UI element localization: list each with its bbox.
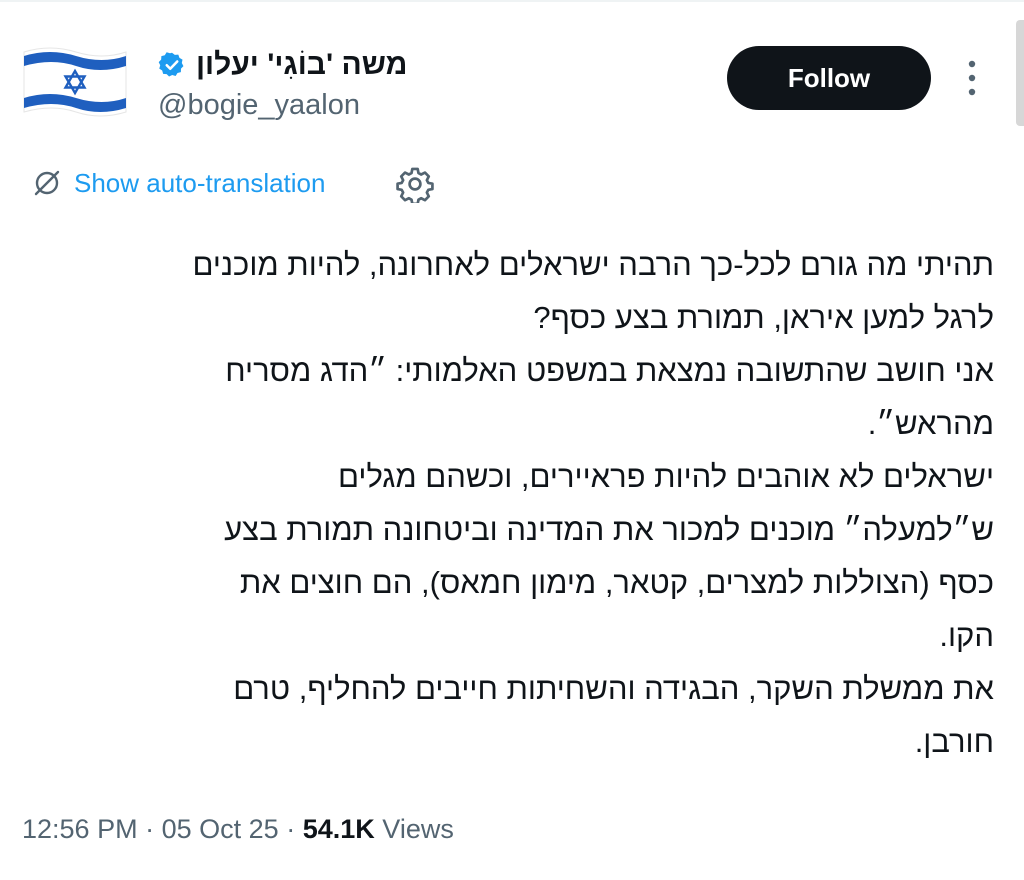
verified-badge-icon <box>158 51 186 79</box>
show-auto-translation-link[interactable]: Show auto-translation <box>74 168 325 199</box>
tweet-line: מהראש״. <box>867 406 994 441</box>
auto-translation-row[interactable]: Show auto-translation <box>30 166 325 200</box>
tweet-line: כסף (הצוללות למצרים, קטאר, מימון חמאס), … <box>239 565 994 600</box>
tweet-line: את ממשלת השקר, הבגידה והשחיתות חייבים לה… <box>233 671 994 706</box>
author-name-row[interactable]: משה 'בוֹגִי' יעלון <box>158 48 407 82</box>
scrollbar-thumb[interactable] <box>1016 20 1024 126</box>
tweet-meta: 12:56 PM · 05 Oct 25 · 54.1K Views <box>22 814 454 845</box>
meta-separator: · <box>145 814 155 844</box>
tweet-date[interactable]: 05 Oct 25 <box>162 814 279 844</box>
meta-separator: · <box>286 814 296 844</box>
author-handle[interactable]: @bogie_yaalon <box>158 89 360 122</box>
tweet-line: הקו. <box>939 618 994 653</box>
views-label: Views <box>382 814 454 844</box>
top-divider <box>0 0 1024 2</box>
gear-icon[interactable] <box>396 165 434 206</box>
views-count[interactable]: 54.1K <box>303 814 375 844</box>
follow-button[interactable]: Follow <box>727 46 931 110</box>
translate-icon <box>30 166 64 200</box>
tweet-line: ש״למעלה״ מוכנים למכור את המדינה וביטחונה… <box>224 512 994 547</box>
israel-flag-icon[interactable] <box>20 42 128 122</box>
author-display-name[interactable]: משה 'בוֹגִי' יעלון <box>196 48 407 82</box>
more-vertical-icon[interactable] <box>960 56 984 100</box>
tweet-text: תהיתי מה גורם לכל-כך הרבה ישראלים לאחרונ… <box>20 238 994 768</box>
tweet-line: תהיתי מה גורם לכל-כך הרבה ישראלים לאחרונ… <box>192 247 994 282</box>
tweet-line: ישראלים לא אוהבים להיות פראיירים, וכשהם … <box>337 459 994 494</box>
tweet-line: אני חושב שהתשובה נמצאת במשפט האלמותי: ״ה… <box>225 353 994 388</box>
tweet-line: חורבן. <box>914 724 994 759</box>
tweet-time[interactable]: 12:56 PM <box>22 814 138 844</box>
tweet-line: לרגל למען איראן, תמורת בצע כסף? <box>533 300 994 335</box>
